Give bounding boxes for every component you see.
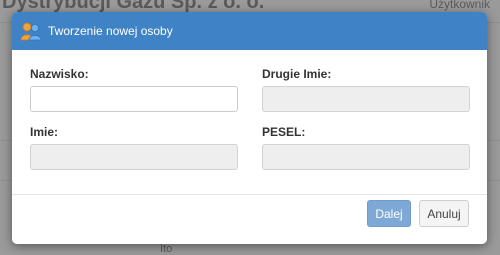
dialog-title: Tworzenie nowej osoby [48, 24, 173, 38]
pesel-label: PESEL: [262, 125, 306, 139]
nazwisko-label: Nazwisko: [30, 67, 89, 81]
cancel-button[interactable]: Anuluj [419, 200, 469, 227]
people-icon [20, 21, 42, 41]
dialog-header: Tworzenie nowej osoby [12, 12, 487, 50]
next-button[interactable]: Dalej [367, 200, 411, 227]
background-bottom-text: Ito [160, 243, 173, 255]
pesel-input[interactable] [262, 144, 470, 170]
imie-label: Imie: [30, 125, 59, 139]
background-user-label: Użytkownik [429, 0, 490, 11]
imie-input[interactable] [30, 144, 238, 170]
drugie-imie-label: Drugie Imie: [262, 67, 332, 81]
footer-divider [12, 194, 487, 195]
create-person-dialog: Tworzenie nowej osoby Nazwisko: Drugie I… [12, 12, 487, 244]
drugie-imie-input[interactable] [262, 86, 470, 112]
dialog-body: Nazwisko: Drugie Imie: Imie: PESEL: [12, 50, 487, 195]
nazwisko-input[interactable] [30, 86, 238, 112]
